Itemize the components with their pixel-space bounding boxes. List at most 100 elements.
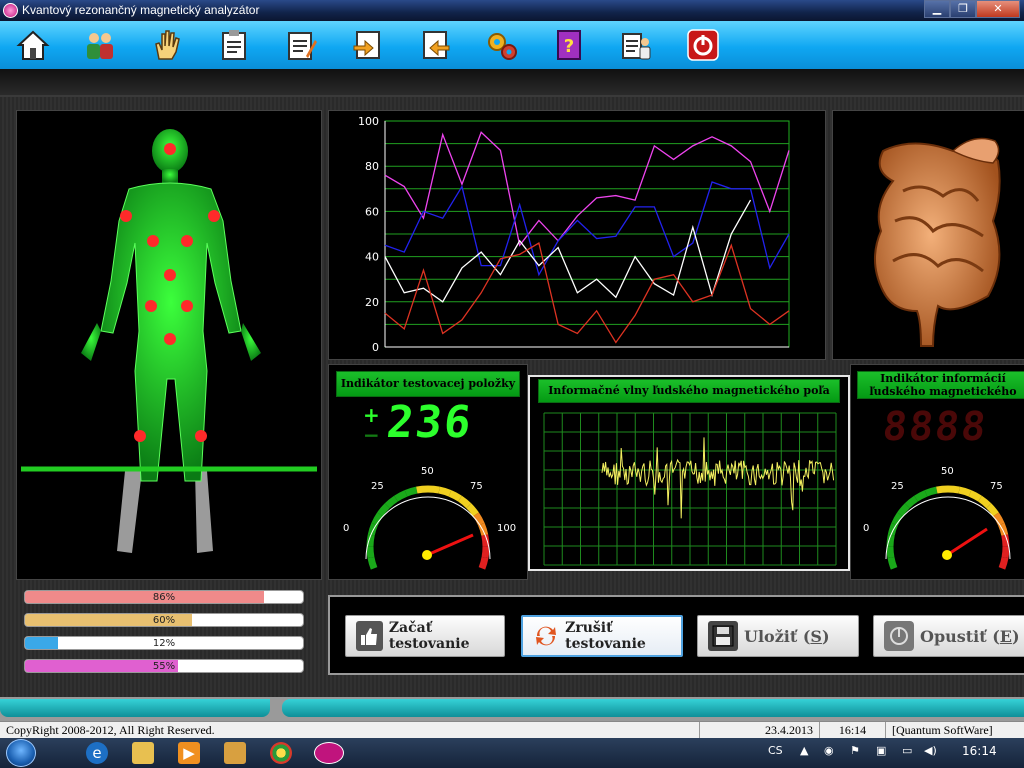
- tray-device-icon[interactable]: ▣: [876, 744, 886, 757]
- exit-shortcut-key: E: [999, 626, 1012, 646]
- save-label-suffix: ): [821, 626, 830, 646]
- media-player-icon[interactable]: ▶: [178, 742, 200, 764]
- gauge-segment: [394, 490, 408, 502]
- magnetic-field-gauge: 0 25 50 75: [863, 466, 1011, 570]
- power-icon: [687, 29, 719, 61]
- import-button[interactable]: [349, 26, 387, 64]
- chart-y-tick-label: 60: [365, 205, 379, 218]
- progress-bar-1: 86%: [24, 590, 304, 604]
- users-icon: [87, 33, 113, 59]
- language-indicator[interactable]: CS: [768, 744, 783, 757]
- human-body-figure: [21, 129, 317, 553]
- analyzer-taskbar-icon[interactable]: [314, 742, 344, 764]
- magnetic-wave-label: Informačné vlny ľudského magnetického po…: [538, 379, 840, 403]
- gauge-segment: [998, 556, 1009, 570]
- gauge2-tick-0: 0: [863, 523, 869, 534]
- progress-bar-4: 55%: [24, 659, 304, 673]
- chart-y-tick-label: 0: [372, 341, 379, 354]
- gauge-tick-50: 50: [421, 466, 434, 477]
- tray-volume-icon[interactable]: ◀): [924, 744, 937, 757]
- tray-flag-icon[interactable]: ⚑: [850, 744, 860, 757]
- start-button[interactable]: [6, 739, 36, 767]
- exit-label-prefix: Opustiť (: [920, 626, 1000, 646]
- gauge-tick-100: 100: [497, 523, 516, 534]
- window-title: Kvantový rezonančný magnetický analyzáto…: [22, 3, 260, 17]
- doctor-icon: [622, 33, 651, 60]
- windows-taskbar: e ▶ CS ▲ ◉ ⚑ ▣ ▭ ◀) 16:14: [0, 738, 1024, 768]
- help-book-icon: ?: [557, 30, 581, 60]
- gauge-segment: [887, 556, 898, 570]
- start-test-button[interactable]: Začať testovanie: [345, 615, 505, 657]
- action-bar: Začať testovanie Zrušiť testovanie Uloži…: [328, 595, 1024, 675]
- minimize-button[interactable]: ▁: [924, 0, 950, 18]
- plus-sign: +: [363, 403, 380, 427]
- power-button[interactable]: [684, 26, 722, 64]
- close-button[interactable]: ✕: [976, 0, 1020, 18]
- chart-y-tick-label: 80: [365, 160, 379, 173]
- chart-y-tick-label: 20: [365, 296, 379, 309]
- tray-arrow-icon[interactable]: ▲: [800, 744, 808, 757]
- gauge-segment: [904, 495, 918, 509]
- magnetic-field-digits: 8888: [880, 404, 990, 450]
- gauge-segment: [366, 546, 375, 559]
- gauge-tick-25: 25: [371, 481, 384, 492]
- exit-button[interactable]: Opustiť (E): [873, 615, 1024, 657]
- toolbar-strip: [0, 69, 1024, 97]
- gauge-segment: [404, 486, 418, 497]
- home-button[interactable]: [14, 26, 52, 64]
- folder-icon[interactable]: [132, 742, 154, 764]
- gauge2-tick-50: 50: [941, 466, 954, 477]
- svg-text:?: ?: [564, 36, 574, 57]
- export-icon: [423, 31, 450, 59]
- home-icon: [16, 30, 50, 60]
- maximize-button[interactable]: ❐: [950, 0, 976, 18]
- cancel-test-button[interactable]: Zrušiť testovanie: [521, 615, 683, 657]
- test-item-digits: 236: [384, 397, 476, 448]
- tray-monitor-icon[interactable]: ▭: [902, 744, 912, 757]
- save-button[interactable]: Uložiť (S): [697, 615, 859, 657]
- gauge-segment: [448, 490, 462, 502]
- ie-icon[interactable]: e: [86, 742, 108, 764]
- help-button[interactable]: ?: [550, 26, 588, 64]
- app-window-icon[interactable]: [224, 742, 246, 764]
- gauge-segment: [886, 546, 895, 559]
- settings-button[interactable]: [483, 26, 521, 64]
- tray-network-icon[interactable]: ◉: [824, 744, 834, 757]
- gauge-segment: [914, 490, 928, 502]
- gauge-segment: [947, 485, 960, 494]
- progress-bar-2: 60%: [24, 613, 304, 627]
- hand-icon: [155, 30, 180, 60]
- gauge-segment: [936, 485, 949, 494]
- gauge-segment: [416, 485, 429, 494]
- clipboard-button[interactable]: [215, 26, 253, 64]
- intestine-image: [873, 137, 1001, 347]
- thumbs-up-icon: [356, 621, 383, 651]
- export-button[interactable]: [416, 26, 454, 64]
- gauge-tick-0: 0: [343, 523, 349, 534]
- users-button[interactable]: [81, 26, 119, 64]
- chrome-icon[interactable]: [270, 742, 292, 764]
- import-icon: [353, 31, 380, 59]
- gauge-segment: [968, 490, 982, 502]
- minus-sign: −: [363, 423, 380, 447]
- gauge-segment: [1001, 546, 1010, 559]
- gears-icon: [488, 33, 517, 60]
- progress-label-1: 86%: [152, 592, 176, 603]
- gauge-segment: [458, 495, 472, 509]
- doctor-button[interactable]: [617, 26, 655, 64]
- test-item-indicator-label: Indikátor testovacej položky: [336, 371, 520, 397]
- line-chart-panel: 0 20 40 60 80 100: [328, 110, 826, 360]
- hand-button[interactable]: [148, 26, 186, 64]
- save-shortcut-key: S: [810, 626, 822, 646]
- status-copyright: CopyRight 2008-2012, All Right Reserved.: [0, 722, 700, 738]
- gauge-segment: [978, 495, 992, 509]
- gauge-segment: [478, 556, 489, 570]
- app-icon: [3, 3, 18, 18]
- decorative-band: [0, 697, 1024, 721]
- gauge2-pivot: [942, 550, 952, 560]
- gauge-segment: [438, 486, 452, 497]
- status-vendor: [Quantum SoftWare]: [892, 723, 993, 737]
- progress-label-2: 60%: [152, 615, 176, 626]
- taskbar-clock[interactable]: 16:14: [962, 744, 997, 758]
- report-button[interactable]: [282, 26, 320, 64]
